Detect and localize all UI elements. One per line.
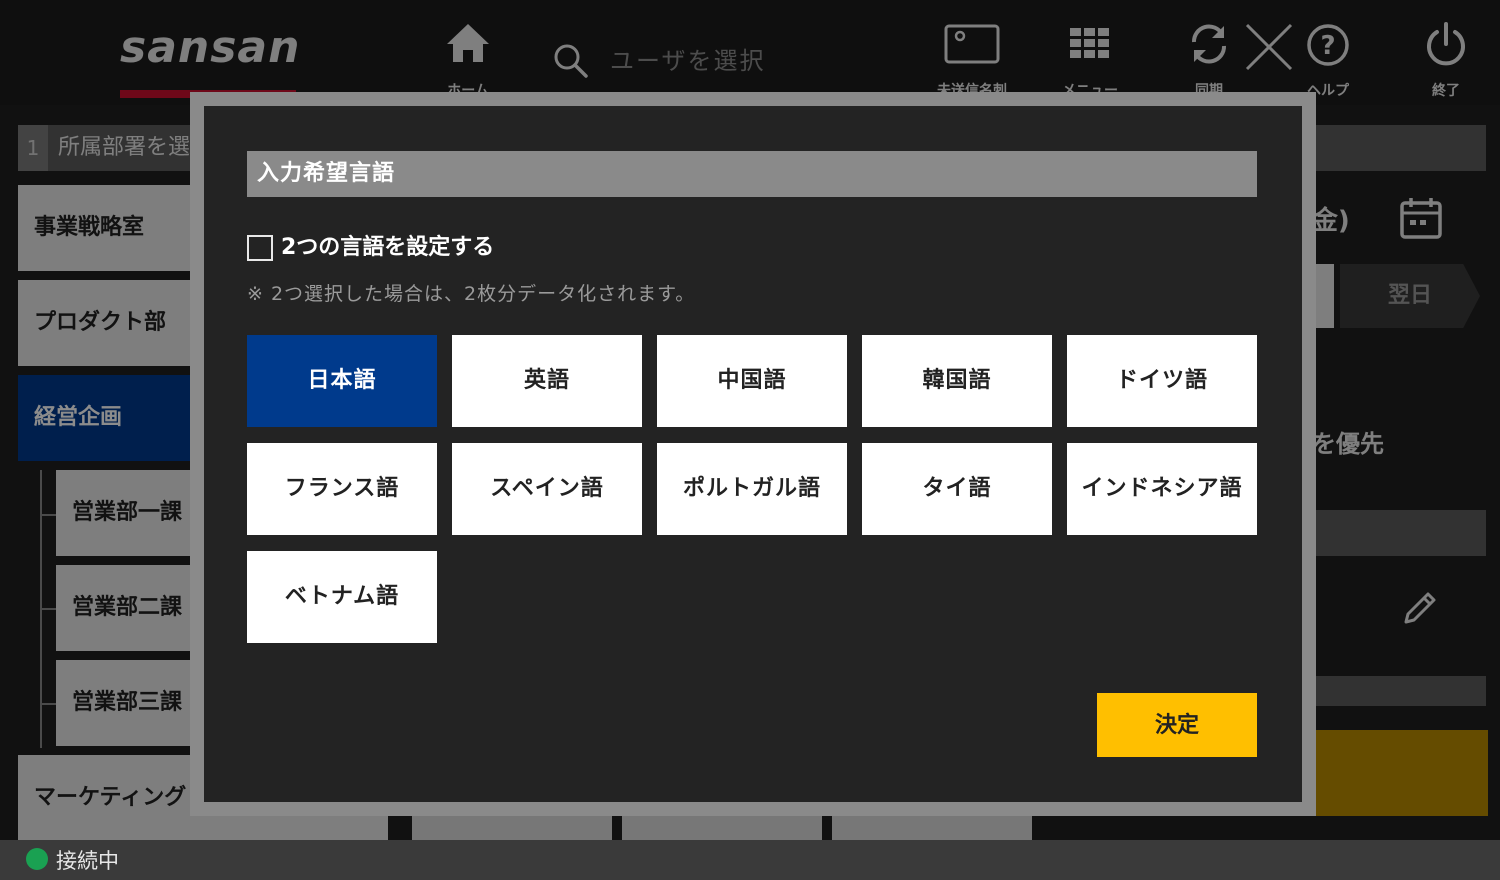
confirm-button[interactable]: 決定: [1097, 693, 1257, 757]
language-option-vietnamese[interactable]: ベトナム語: [247, 551, 437, 643]
two-language-note: ※ 2つ選択した場合は、2枚分データ化されます。: [247, 283, 696, 305]
language-option-french[interactable]: フランス語: [247, 443, 437, 535]
language-option-chinese[interactable]: 中国語: [657, 335, 847, 427]
two-language-checkbox[interactable]: [247, 235, 273, 261]
language-option-english[interactable]: 英語: [452, 335, 642, 427]
two-language-checkbox-label[interactable]: 2つの言語を設定する: [281, 233, 494, 263]
language-option-japanese[interactable]: 日本語: [247, 335, 437, 427]
connection-status-label: 接続中: [56, 849, 119, 873]
connection-status-indicator: [26, 848, 48, 870]
language-option-german[interactable]: ドイツ語: [1067, 335, 1257, 427]
language-option-korean[interactable]: 韓国語: [862, 335, 1052, 427]
language-option-spanish[interactable]: スペイン語: [452, 443, 642, 535]
modal-title: 入力希望言語: [247, 151, 1257, 197]
language-option-portuguese[interactable]: ポルトガル語: [657, 443, 847, 535]
language-option-thai[interactable]: タイ語: [862, 443, 1052, 535]
language-modal: 入力希望言語 2つの言語を設定する ※ 2つ選択した場合は、2枚分データ化されま…: [190, 92, 1316, 816]
language-option-indonesian[interactable]: インドネシア語: [1067, 443, 1257, 535]
status-bar: [0, 840, 1500, 880]
